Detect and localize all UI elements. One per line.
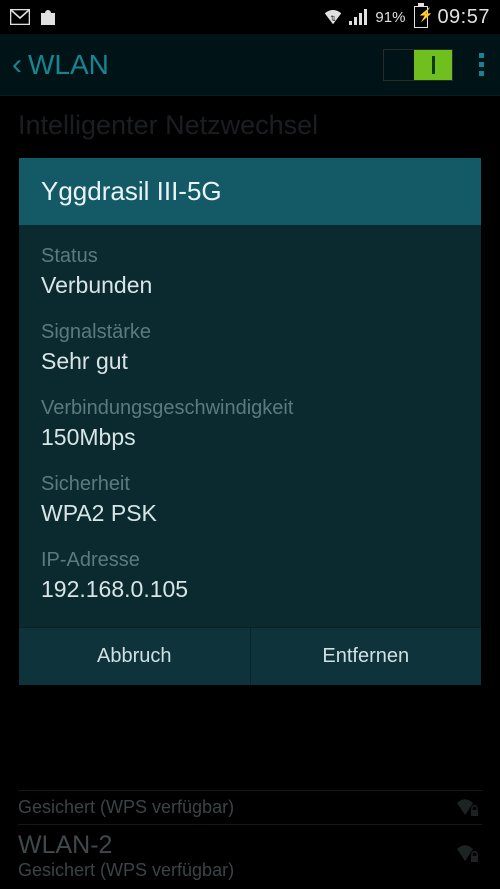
field-value: WPA2 PSK: [41, 500, 459, 527]
field-speed: Verbindungsgeschwindigkeit 150Mbps: [41, 385, 459, 461]
field-value: Sehr gut: [41, 348, 459, 375]
cancel-button[interactable]: Abbruch: [19, 628, 250, 685]
field-label: Signalstärke: [41, 321, 459, 344]
field-status: Status Verbunden: [41, 233, 459, 309]
field-security: Sicherheit WPA2 PSK: [41, 461, 459, 537]
field-label: Sicherheit: [41, 473, 459, 496]
field-value: 150Mbps: [41, 424, 459, 451]
dialog-title: Yggdrasil III-5G: [19, 158, 481, 225]
field-label: IP-Adresse: [41, 549, 459, 572]
field-ip: IP-Adresse 192.168.0.105: [41, 537, 459, 613]
network-details-dialog: Yggdrasil III-5G Status Verbunden Signal…: [19, 158, 481, 685]
field-signal: Signalstärke Sehr gut: [41, 309, 459, 385]
field-label: Verbindungsgeschwindigkeit: [41, 397, 459, 420]
forget-button[interactable]: Entfernen: [250, 628, 482, 685]
field-label: Status: [41, 245, 459, 268]
field-value: 192.168.0.105: [41, 576, 459, 603]
dialog-body: Status Verbunden Signalstärke Sehr gut V…: [19, 225, 481, 627]
dialog-buttons: Abbruch Entfernen: [19, 627, 481, 685]
field-value: Verbunden: [41, 272, 459, 299]
dialog-overlay: Yggdrasil III-5G Status Verbunden Signal…: [0, 0, 500, 889]
